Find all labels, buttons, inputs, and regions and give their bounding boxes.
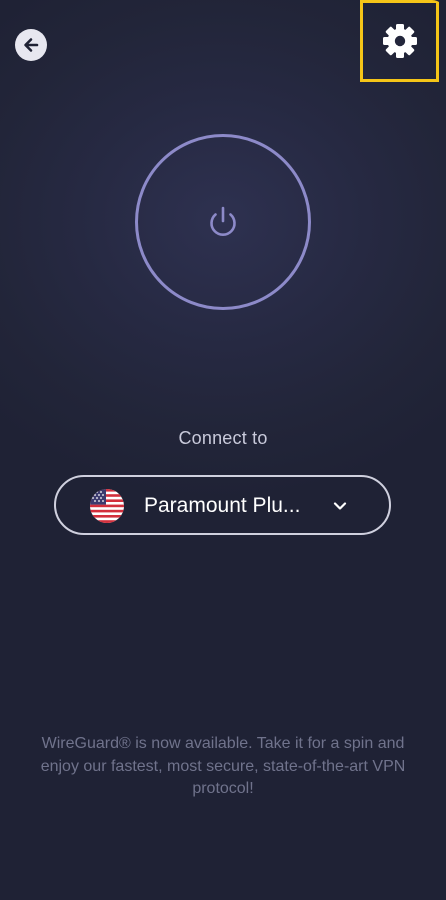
vpn-window: Connect to Paramount Plu... WireGuard® i…: [0, 0, 446, 900]
wireguard-notice: WireGuard® is now available. Take it for…: [40, 735, 406, 797]
us-flag-icon: [90, 489, 124, 523]
settings-button[interactable]: [360, 0, 439, 82]
back-button[interactable]: [15, 29, 47, 61]
arrow-left-icon: [24, 38, 39, 52]
connect-to-label: Connect to: [178, 428, 268, 448]
chevron-down-icon: [333, 502, 347, 510]
gear-icon: [382, 24, 417, 58]
power-button[interactable]: [135, 134, 311, 310]
location-dropdown[interactable]: Paramount Plu...: [54, 475, 391, 535]
power-icon: [210, 206, 236, 237]
location-name: Paramount Plu...: [144, 494, 301, 517]
